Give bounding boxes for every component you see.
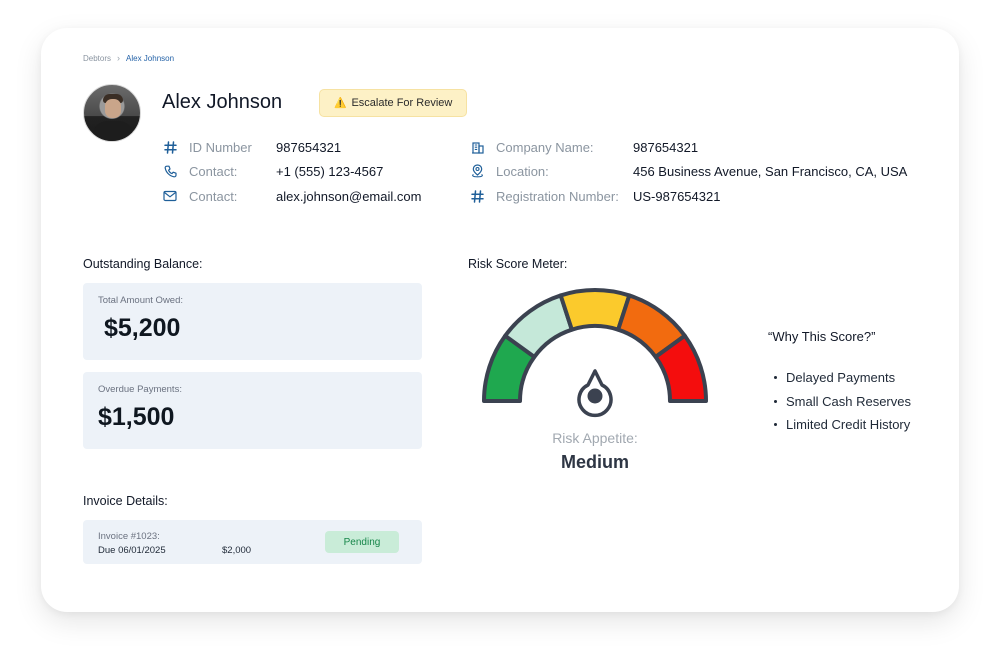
info-value[interactable]: alex.johnson@email.com <box>276 189 421 204</box>
mail-icon <box>162 188 178 204</box>
info-label: Company Name: <box>496 139 594 155</box>
why-this-score-title: “Why This Score?” <box>768 329 876 344</box>
info-contact-phone: Contact: +1 (555) 123-4567 <box>162 163 383 179</box>
info-label: Registration Number: <box>496 188 619 204</box>
overdue-payments-card: Overdue Payments: $1,500 <box>83 372 422 449</box>
info-registration-number: Registration Number: US-987654321 <box>469 188 720 204</box>
list-item: Small Cash Reserves <box>774 390 911 414</box>
risk-appetite-value: Medium <box>560 452 629 472</box>
total-owed-value: $5,200 <box>104 314 181 342</box>
info-id-number: ID Number 987654321 <box>162 139 341 155</box>
debtor-name: Alex Johnson <box>162 91 283 113</box>
overdue-payments-label: Overdue Payments: <box>98 384 182 395</box>
list-item: Limited Credit History <box>774 413 911 437</box>
info-value: 987654321 <box>633 139 699 155</box>
breadcrumb-root-link[interactable]: Debtors <box>83 54 111 63</box>
total-owed-label: Total Amount Owed: <box>98 295 184 306</box>
hash-icon <box>469 188 485 204</box>
gauge-needle-icon <box>577 369 613 418</box>
breadcrumb: Debtors › Alex Johnson <box>83 53 174 63</box>
info-contact-email: Contact: alex.johnson@email.com <box>162 188 421 204</box>
phone-icon <box>162 163 178 179</box>
escalate-button-label: Escalate For Review <box>351 97 453 109</box>
avatar <box>83 84 141 142</box>
info-value: +1 (555) 123-4567 <box>276 163 384 179</box>
debtor-detail-card: Debtors › Alex Johnson Alex Johnson ⚠️ E… <box>41 28 959 612</box>
invoice-details-title: Invoice Details: <box>83 494 168 508</box>
escalate-button[interactable]: ⚠️ Escalate For Review <box>319 89 468 117</box>
invoice-amount: $2,000 <box>222 545 252 556</box>
info-location: Location: 456 Business Avenue, San Franc… <box>469 163 907 179</box>
warning-icon: ⚠️ <box>334 97 347 109</box>
status-badge: Pending <box>325 531 399 553</box>
info-label: Contact: <box>189 163 238 179</box>
invoice-number: Invoice #1023: <box>98 531 160 542</box>
overdue-payments-value: $1,500 <box>98 403 175 431</box>
chevron-right-icon: › <box>117 53 121 63</box>
list-item: Delayed Payments <box>774 366 911 390</box>
info-label: Contact: <box>189 188 238 204</box>
total-owed-card: Total Amount Owed: $5,200 <box>83 283 422 360</box>
invoice-due-date: Due 06/01/2025 <box>98 545 166 556</box>
risk-score-title: Risk Score Meter: <box>468 257 568 271</box>
info-value: 456 Business Avenue, San Francisco, CA, … <box>633 163 908 179</box>
risk-appetite-label: Risk Appetite: <box>552 430 638 446</box>
breadcrumb-current: Alex Johnson <box>126 53 175 63</box>
info-label: Location: <box>496 163 549 179</box>
invoice-row[interactable]: Invoice #1023: Due 06/01/2025 $2,000 Pen… <box>83 520 422 564</box>
outstanding-balance-title: Outstanding Balance: <box>83 257 203 271</box>
location-icon <box>469 163 485 179</box>
info-value: 987654321 <box>276 139 342 155</box>
info-label: ID Number <box>189 139 252 155</box>
hash-icon <box>162 139 178 155</box>
risk-gauge <box>482 288 708 418</box>
score-reasons-list: Delayed Payments Small Cash Reserves Lim… <box>774 366 911 437</box>
building-icon <box>469 139 485 155</box>
info-value: US-987654321 <box>633 188 721 204</box>
info-company-name: Company Name: 987654321 <box>469 139 698 155</box>
